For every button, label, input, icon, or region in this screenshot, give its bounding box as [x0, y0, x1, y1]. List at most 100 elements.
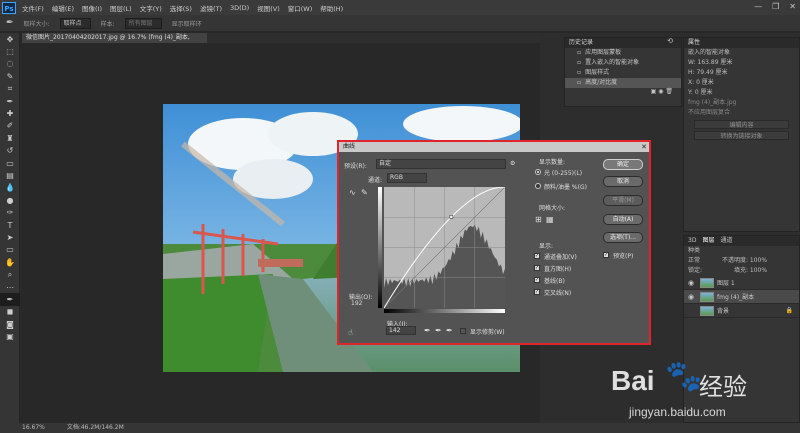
menu-type[interactable]: 文字(Y)	[140, 3, 162, 13]
menu-file[interactable]: 文件(F)	[22, 3, 44, 13]
marquee-tool-icon[interactable]: ⬚	[0, 45, 20, 57]
preview-checkbox[interactable]: ✓	[603, 252, 609, 258]
new-doc-icon[interactable]: ▣	[651, 88, 657, 95]
tab-3d[interactable]: 3D	[688, 236, 696, 246]
preset-select[interactable]: 自定	[376, 159, 506, 169]
eyedropper-icon[interactable]: ✒	[6, 18, 14, 28]
smooth-button[interactable]: 平滑(M)	[603, 195, 643, 206]
menu-layer[interactable]: 图层(L)	[110, 3, 132, 13]
channel-label: 通道:	[368, 177, 383, 184]
convert-to-linked-button[interactable]: 转换为链接对象	[694, 131, 789, 140]
eyedropper-tool-active-icon[interactable]: ✒	[0, 293, 20, 306]
layer-row[interactable]: 背景 🔒	[684, 304, 799, 318]
menu-filter[interactable]: 滤镜(T)	[200, 3, 222, 13]
cancel-button[interactable]: 取消	[603, 176, 643, 187]
grid-simple-icon[interactable]: ⊞	[535, 215, 542, 224]
clone-stamp-icon[interactable]: ♜	[0, 132, 20, 144]
history-brush-icon[interactable]: ↺	[0, 145, 20, 157]
layer-comp-select[interactable]: 不应用图层复合	[684, 108, 799, 118]
preset-gear-icon[interactable]: ⚙	[510, 160, 515, 167]
layer-row[interactable]: ◉ 图层 1	[684, 276, 799, 290]
layer-kind-filter[interactable]: 种类	[684, 246, 799, 256]
pigment-radio[interactable]	[535, 183, 541, 189]
trash-icon[interactable]: 🗑	[665, 88, 673, 95]
tab-layers[interactable]: 图层	[702, 236, 714, 246]
show-clipping-checkbox[interactable]	[460, 328, 466, 334]
sample-size-select[interactable]: 取样点	[59, 17, 91, 29]
brush-tool-icon[interactable]: ✐	[0, 120, 20, 132]
dialog-title-bar[interactable]: 曲线 ✕	[339, 142, 649, 152]
dodge-tool-icon[interactable]: ●	[0, 194, 20, 206]
visibility-eye-icon[interactable]: ◉	[688, 279, 697, 287]
lasso-tool-icon[interactable]: ◌	[0, 58, 20, 70]
baseline-checkbox[interactable]: ✓	[534, 277, 540, 283]
channel-overlay-checkbox[interactable]: ✓	[534, 253, 540, 259]
close-button[interactable]: ✕	[789, 2, 796, 11]
restore-button[interactable]: ❐	[772, 2, 779, 11]
output-value[interactable]: 192	[351, 300, 362, 307]
shape-tool-icon[interactable]: ▭	[0, 244, 20, 256]
histogram-checkbox[interactable]: ✓	[534, 265, 540, 271]
menu-image[interactable]: 图像(I)	[82, 3, 102, 13]
menu-window[interactable]: 窗口(W)	[288, 3, 313, 13]
zoom-tool-icon[interactable]: ⌕	[0, 268, 20, 280]
menu-view[interactable]: 视图(V)	[257, 3, 280, 13]
x-field[interactable]: X: 0 厘米	[684, 78, 799, 88]
path-select-icon[interactable]: ➤	[0, 231, 20, 243]
edit-toolbar-icon[interactable]: ⋯	[0, 281, 20, 293]
hand-tool-icon[interactable]: ✋	[0, 256, 20, 268]
black-eyedropper-icon[interactable]: ✒	[424, 326, 431, 335]
healing-brush-icon[interactable]: ✚	[0, 107, 20, 119]
quick-select-tool-icon[interactable]: ✎	[0, 70, 20, 82]
zoom-level[interactable]: 16.67%	[22, 424, 45, 431]
eyedropper-tool-icon[interactable]: ✒	[0, 95, 20, 107]
grid-detailed-icon[interactable]: ▦	[546, 215, 554, 224]
screen-mode-icon[interactable]: ▣	[0, 330, 20, 342]
document-tab[interactable]: 微信图片_20170404202017.jpg @ 16.7% (fmg (4)…	[22, 33, 207, 51]
menu-3d[interactable]: 3D(D)	[230, 4, 249, 12]
grid-size-label: 网格大小:	[539, 205, 566, 212]
opacity-field[interactable]: 100%	[750, 257, 767, 264]
gray-eyedropper-icon[interactable]: ✒	[435, 326, 442, 335]
curve-point-tool-icon[interactable]: ∿	[349, 188, 356, 197]
pen-tool-icon[interactable]: ✑	[0, 206, 20, 218]
blur-tool-icon[interactable]: 💧	[0, 182, 20, 194]
gradient-tool-icon[interactable]: ▤	[0, 169, 20, 181]
channel-select[interactable]: RGB	[387, 173, 427, 183]
move-tool-icon[interactable]: ✥	[0, 33, 20, 45]
history-icon[interactable]: ⟲	[662, 37, 678, 45]
curves-graph[interactable]	[384, 187, 505, 308]
white-eyedropper-icon[interactable]: ✒	[446, 326, 453, 335]
width-field[interactable]: W: 163.89 厘米	[684, 58, 799, 68]
layer-row-selected[interactable]: ◉ fmg (4)_副本	[684, 290, 799, 304]
menu-edit[interactable]: 编辑(E)	[52, 3, 74, 13]
menu-help[interactable]: 帮助(H)	[320, 3, 343, 13]
visibility-eye-icon[interactable]: ◉	[688, 293, 697, 301]
ok-button[interactable]: 确定	[603, 159, 643, 170]
type-tool-icon[interactable]: T	[0, 219, 20, 231]
minimize-button[interactable]: —	[754, 2, 762, 11]
options-button[interactable]: 选项(T)...	[603, 232, 643, 243]
blend-mode-select[interactable]: 正常	[688, 257, 700, 264]
quick-mask-icon[interactable]: ◙	[0, 318, 20, 330]
menu-select[interactable]: 选择(S)	[170, 3, 192, 13]
intersection-checkbox[interactable]: ✓	[534, 289, 540, 295]
sample-select[interactable]: 所有图层	[124, 17, 162, 29]
auto-button[interactable]: 自动(A)	[603, 214, 643, 225]
fill-field[interactable]: 100%	[750, 267, 767, 274]
crop-tool-icon[interactable]: ⌗	[0, 83, 20, 95]
height-field[interactable]: H: 79.49 厘米	[684, 68, 799, 78]
eraser-tool-icon[interactable]: ▭	[0, 157, 20, 169]
tab-channels[interactable]: 通道	[720, 236, 732, 246]
light-radio[interactable]	[535, 169, 541, 175]
show-ring-checkbox[interactable]: 显示取样环	[172, 19, 202, 28]
dialog-close-button[interactable]: ✕	[641, 142, 647, 152]
y-field[interactable]: Y: 0 厘米	[684, 88, 799, 98]
edit-contents-button[interactable]: 编辑内容	[694, 120, 789, 129]
color-swatches-icon[interactable]: ◼	[0, 306, 20, 318]
snapshot-icon[interactable]: ◉	[658, 88, 663, 95]
target-adjust-icon[interactable]: ☝	[348, 328, 353, 337]
input-value[interactable]: 142	[386, 326, 416, 335]
pencil-tool-icon[interactable]: ✎	[361, 188, 368, 197]
properties-tab[interactable]: 属性	[684, 38, 799, 48]
